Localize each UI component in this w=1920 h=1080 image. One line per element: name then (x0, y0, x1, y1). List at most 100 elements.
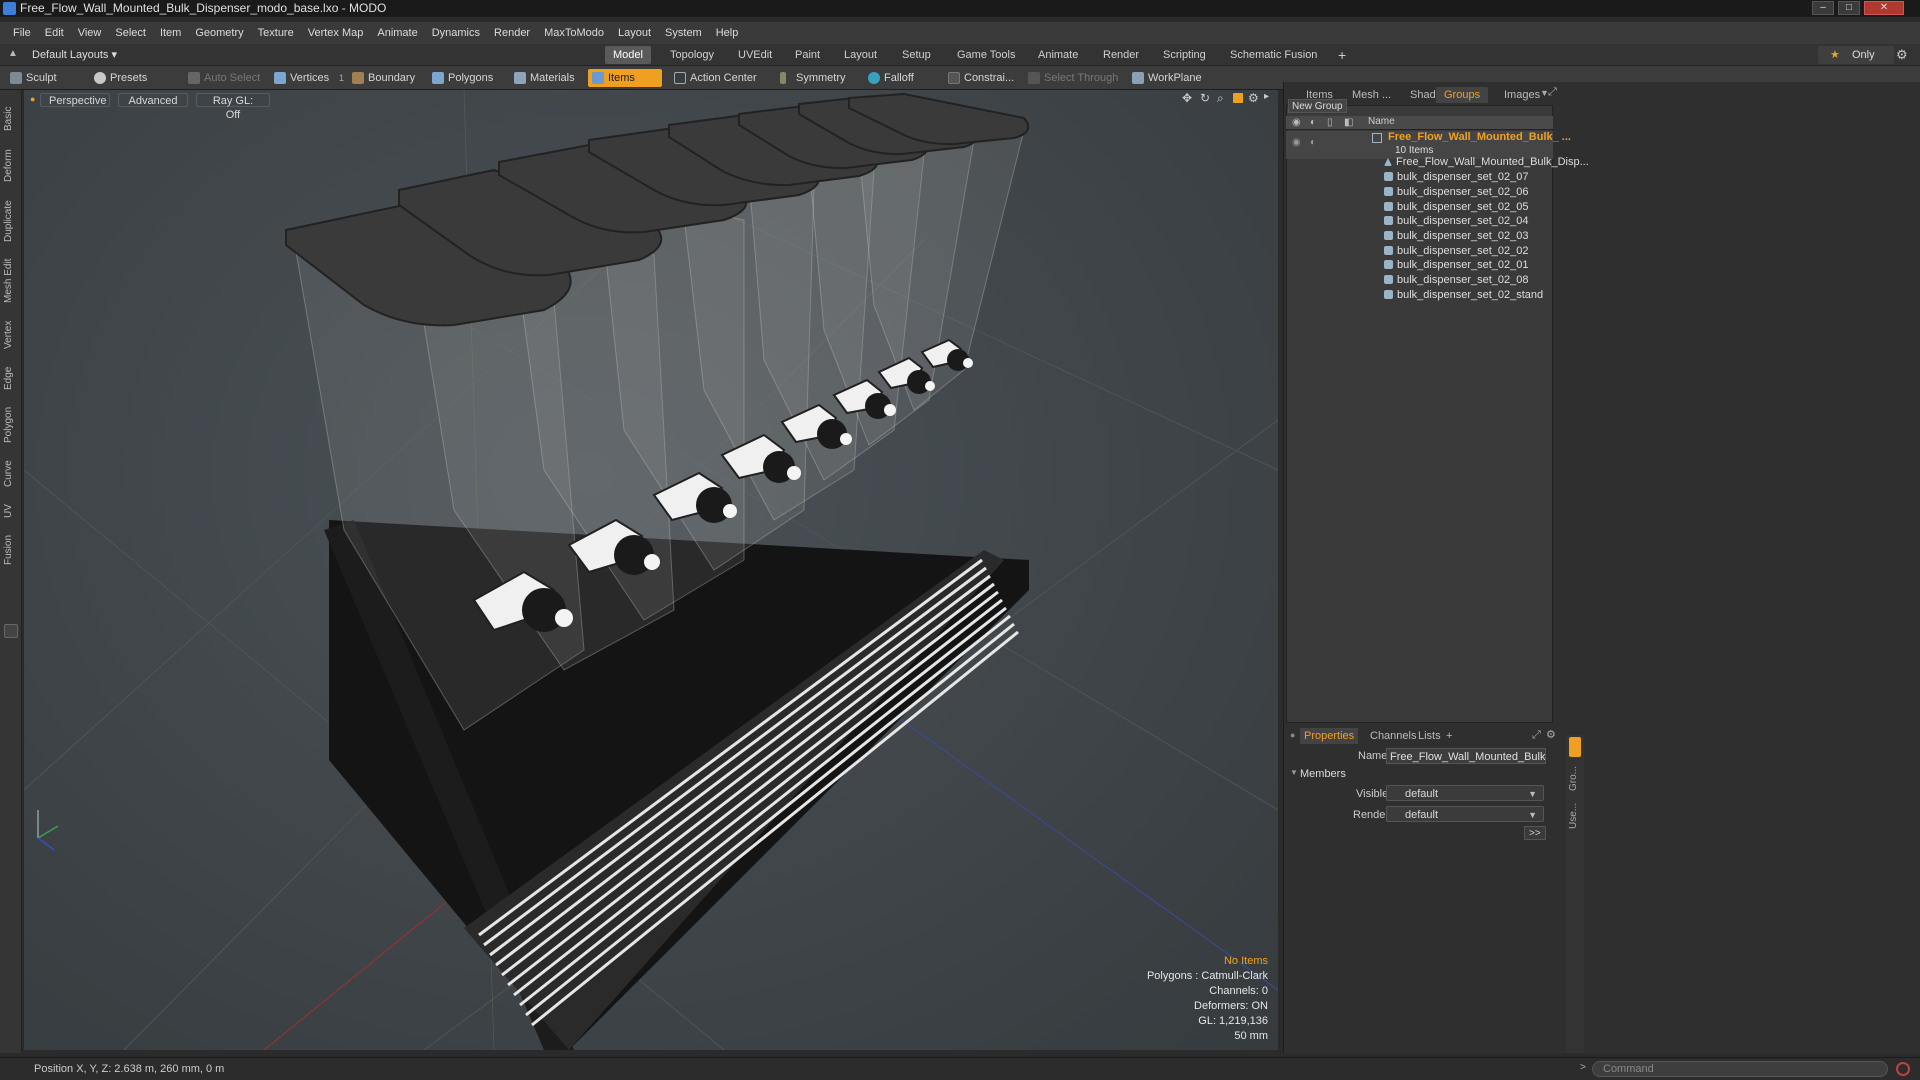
viewport-settings-icon[interactable]: ⚙ (1248, 91, 1259, 105)
tree-item[interactable]: bulk_dispenser_set_02_06 (1384, 185, 1652, 200)
visibility-eye-icon[interactable]: ◉ (1292, 117, 1301, 128)
record-icon[interactable] (1896, 1062, 1910, 1076)
more-button[interactable]: >> (1524, 826, 1546, 840)
command-input[interactable]: Command (1592, 1061, 1888, 1077)
name-column-header[interactable]: Name (1368, 116, 1395, 127)
tab-schematic-fusion[interactable]: Schematic Fusion (1222, 46, 1325, 64)
tree-item[interactable]: bulk_dispenser_set_02_02 (1384, 244, 1652, 259)
tree-item[interactable]: bulk_dispenser_set_02_08 (1384, 273, 1652, 288)
new-group-button[interactable]: New Group (1288, 99, 1347, 113)
add-tab-button[interactable]: + (1330, 46, 1354, 64)
menu-render[interactable]: Render (487, 27, 537, 39)
raygl-button[interactable]: Ray GL: Off (196, 93, 270, 121)
tab-topology[interactable]: Topology (662, 46, 722, 64)
left-tab-vertex[interactable]: Vertex (3, 316, 19, 354)
left-tab-curve[interactable]: Curve (3, 456, 19, 492)
minimize-button[interactable]: – (1812, 1, 1834, 15)
tab-scripting[interactable]: Scripting (1155, 46, 1214, 64)
boundary-button[interactable]: Boundary (348, 69, 421, 87)
pan-icon[interactable]: ✥ (1182, 91, 1192, 105)
tab-properties[interactable]: Properties (1300, 728, 1359, 744)
vertices-button[interactable]: Vertices (270, 69, 335, 87)
visible-select[interactable]: default ▼ (1386, 785, 1544, 801)
tab-uvedit[interactable]: UVEdit (730, 46, 780, 64)
menu-select[interactable]: Select (108, 27, 153, 39)
left-tab-fusion[interactable]: Fusion (3, 530, 19, 570)
palette-toggle-icon[interactable] (4, 624, 18, 638)
name-input[interactable]: Free_Flow_Wall_Mounted_Bulk_Disper (1386, 748, 1546, 764)
panel-maximize-icon[interactable]: ⤢ (1548, 86, 1557, 99)
tree-item[interactable]: bulk_dispenser_set_02_05 (1384, 200, 1652, 215)
left-tab-duplicate[interactable]: Duplicate (3, 196, 19, 246)
render-select[interactable]: default ▼ (1386, 806, 1544, 822)
viewport-expand-icon[interactable]: ▸ (1264, 91, 1269, 102)
side-tab-indicator[interactable] (1569, 737, 1581, 757)
select-through-button[interactable]: Select Through (1024, 69, 1124, 87)
side-tab-groups[interactable]: Gro... (1568, 763, 1584, 793)
menu-system[interactable]: System (658, 27, 709, 39)
menu-edit[interactable]: Edit (38, 27, 71, 39)
only-toggle[interactable]: ★ Only (1818, 46, 1894, 64)
render-icon[interactable]: ◐ (1310, 117, 1316, 128)
menu-texture[interactable]: Texture (251, 27, 301, 39)
select-icon[interactable]: ◧ (1344, 117, 1353, 128)
tab-paint[interactable]: Paint (787, 46, 828, 64)
properties-settings-icon[interactable]: ⚙ (1546, 728, 1556, 741)
menu-geometry[interactable]: Geometry (188, 27, 250, 39)
tab-render[interactable]: Render (1095, 46, 1147, 64)
properties-maximize-icon[interactable]: ⤢ (1532, 729, 1541, 742)
view-mode-button[interactable]: Perspective (40, 93, 110, 107)
tree-item[interactable]: Free_Flow_Wall_Mounted_Bulk_Disp... (1384, 155, 1652, 170)
left-tab-edge[interactable]: Edge (3, 362, 19, 394)
action-center-button[interactable]: Action Center (670, 69, 763, 87)
menu-view[interactable]: View (71, 27, 109, 39)
members-collapse-icon[interactable]: ▼ (1290, 768, 1298, 777)
menu-animate[interactable]: Animate (370, 27, 424, 39)
panel-tab-mesh[interactable]: Mesh ... (1344, 87, 1399, 103)
workplane-button[interactable]: WorkPlane (1128, 69, 1208, 87)
constraints-button[interactable]: Constrai... (944, 69, 1020, 87)
side-tab-user[interactable]: Use... (1568, 801, 1584, 831)
menu-maxtomodo[interactable]: MaxToModo (537, 27, 611, 39)
symmetry-button[interactable]: Symmetry (776, 69, 852, 87)
layout-up-icon[interactable]: ▲ (8, 48, 18, 59)
tab-animate[interactable]: Animate (1030, 46, 1086, 64)
settings-gear-icon[interactable]: ⚙ (1896, 47, 1908, 63)
tree-item[interactable]: bulk_dispenser_set_02_07 (1384, 170, 1652, 185)
maximize-button[interactable]: □ (1838, 1, 1860, 15)
presets-button[interactable]: Presets (90, 69, 153, 87)
panel-tab-groups[interactable]: Groups (1436, 87, 1489, 103)
menu-item[interactable]: Item (153, 27, 188, 39)
left-tab-deform[interactable]: Deform (3, 146, 19, 186)
tab-setup[interactable]: Setup (894, 46, 939, 64)
menu-dynamics[interactable]: Dynamics (425, 27, 487, 39)
zoom-icon[interactable]: ⌕ (1217, 91, 1224, 106)
root-visibility-icon[interactable]: ◉ (1292, 137, 1301, 148)
sculpt-button[interactable]: Sculpt (6, 69, 63, 87)
left-tab-basic[interactable]: Basic (3, 104, 19, 134)
menu-file[interactable]: File (6, 27, 38, 39)
tree-item[interactable]: bulk_dispenser_set_02_03 (1384, 229, 1652, 244)
3d-viewport[interactable]: ● Perspective Advanced Ray GL: Off ✥ ↻ ⌕… (24, 90, 1278, 1050)
left-tab-uv[interactable]: UV (3, 500, 19, 522)
menu-vertex-map[interactable]: Vertex Map (301, 27, 371, 39)
add-properties-tab[interactable]: + (1446, 728, 1452, 744)
tab-game-tools[interactable]: Game Tools (949, 46, 1024, 64)
menu-help[interactable]: Help (709, 27, 746, 39)
items-button[interactable]: Items (588, 69, 662, 87)
tab-lists[interactable]: Lists (1418, 728, 1441, 744)
falloff-button[interactable]: Falloff (864, 69, 920, 87)
left-tab-mesh-edit[interactable]: Mesh Edit (3, 256, 19, 306)
polygons-button[interactable]: Polygons (428, 69, 499, 87)
viewport-menu-icon[interactable]: ● (30, 94, 35, 104)
root-render-icon[interactable]: ◐ (1310, 137, 1316, 148)
rotate-icon[interactable]: ↻ (1200, 91, 1210, 105)
tree-item[interactable]: bulk_dispenser_set_02_01 (1384, 258, 1652, 273)
left-tab-polygon[interactable]: Polygon (3, 402, 19, 448)
layout-selector[interactable]: Default Layouts ▾ (32, 48, 117, 61)
tree-item[interactable]: bulk_dispenser_set_02_stand (1384, 288, 1652, 303)
auto-select-button[interactable]: Auto Select (184, 69, 266, 87)
fit-view-icon[interactable] (1233, 93, 1243, 103)
materials-button[interactable]: Materials (510, 69, 581, 87)
lock-icon[interactable]: ▯ (1327, 117, 1333, 128)
